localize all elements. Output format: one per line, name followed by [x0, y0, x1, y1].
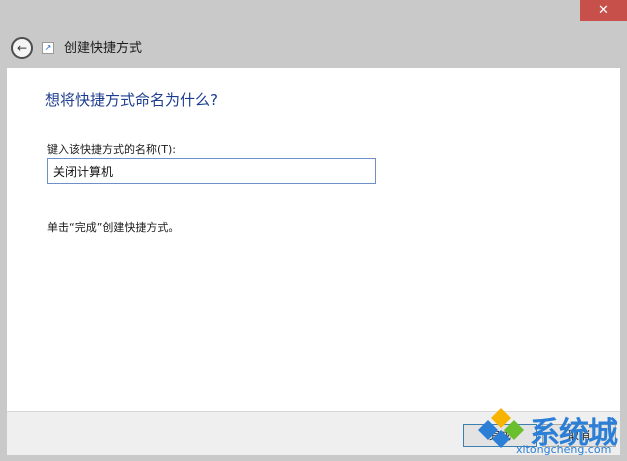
shortcut-icon: ↗: [42, 42, 54, 54]
page-heading: 想将快捷方式命名为什么?: [45, 91, 218, 109]
back-arrow-icon: ←: [16, 41, 28, 55]
content-panel: 想将快捷方式命名为什么? 键入该快捷方式的名称(T): 单击“完成”创建快捷方式…: [7, 68, 620, 411]
watermark: 系统城 xitongcheng.com: [470, 400, 627, 461]
dialog-title: 创建快捷方式: [64, 41, 143, 56]
close-icon: ✕: [598, 3, 609, 18]
watermark-url: xitongcheng.com: [516, 443, 612, 456]
back-button[interactable]: ←: [11, 37, 33, 59]
instruction-text: 单击“完成”创建快捷方式。: [47, 221, 180, 234]
shortcut-name-input[interactable]: [47, 158, 376, 184]
close-button[interactable]: ✕: [580, 0, 627, 21]
shortcut-name-label: 键入该快捷方式的名称(T):: [47, 143, 177, 156]
dialog-window: ✕ ← ↗ 创建快捷方式 想将快捷方式命名为什么? 键入该快捷方式的名称(T):…: [0, 0, 627, 461]
